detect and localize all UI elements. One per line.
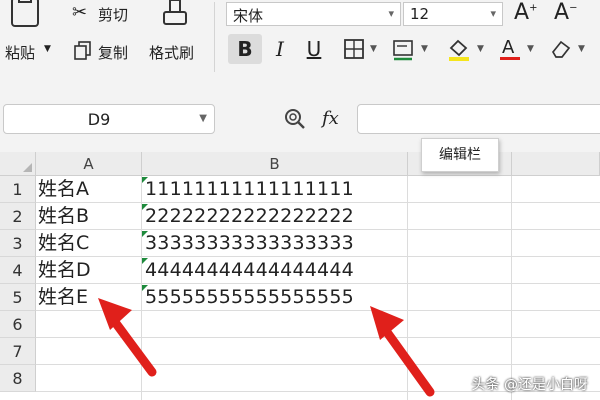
cell-b[interactable]: 55555555555555555 bbox=[145, 284, 354, 311]
chevron-down-icon[interactable]: ▼ bbox=[370, 44, 377, 54]
scissors-icon: ✂ bbox=[72, 2, 88, 23]
font-color-icon[interactable]: A bbox=[498, 34, 522, 66]
cell-a[interactable]: 姓名B bbox=[38, 203, 89, 230]
svg-text:A: A bbox=[502, 37, 515, 58]
font-name-value: 宋体 bbox=[233, 7, 264, 25]
zoom-lookup-icon[interactable] bbox=[283, 107, 307, 135]
shrink-font-button[interactable]: A− bbox=[554, 0, 577, 25]
chevron-down-icon[interactable]: ▼ bbox=[578, 44, 585, 54]
row-header[interactable]: 4 bbox=[0, 257, 36, 284]
font-size-select[interactable]: 12 ▾ bbox=[403, 2, 503, 26]
cut-button[interactable]: 剪切 bbox=[98, 4, 128, 25]
grow-font-label: A bbox=[514, 0, 530, 25]
row-header[interactable]: 5 bbox=[0, 284, 36, 311]
cell-b[interactable]: 11111111111111111 bbox=[145, 176, 354, 203]
cell-a[interactable]: 姓名D bbox=[38, 257, 91, 284]
font-name-select[interactable]: 宋体 ▾ bbox=[226, 2, 401, 26]
bold-button[interactable]: B bbox=[228, 34, 262, 64]
cell-b[interactable]: 44444444444444444 bbox=[145, 257, 354, 284]
group-divider bbox=[214, 2, 215, 72]
watermark: 头条 @还是小白呀 bbox=[471, 377, 588, 393]
chevron-down-icon[interactable]: ▼ bbox=[527, 44, 534, 54]
chevron-down-icon: ▾ bbox=[490, 7, 496, 20]
row-header[interactable]: 8 bbox=[0, 365, 36, 392]
cell-a[interactable]: 姓名E bbox=[38, 284, 88, 311]
italic-button[interactable]: I bbox=[266, 34, 294, 64]
column-header-b[interactable]: B bbox=[142, 152, 408, 176]
chevron-down-icon: ▾ bbox=[388, 7, 394, 20]
grow-font-button[interactable]: A+ bbox=[514, 0, 537, 25]
name-box-value: D9 bbox=[87, 110, 111, 129]
grid-line bbox=[36, 337, 600, 338]
insert-function-button[interactable]: fx bbox=[322, 108, 339, 129]
cell-a[interactable]: 姓名A bbox=[38, 176, 89, 203]
error-indicator-triangle[interactable] bbox=[142, 285, 148, 291]
spreadsheet-grid[interactable]: A B 1 姓名A 11111111111111111 2 姓名B 22222222222… bbox=[0, 152, 600, 400]
row-header[interactable]: 3 bbox=[0, 230, 36, 257]
fill-color-icon[interactable] bbox=[446, 36, 472, 66]
grid-line bbox=[407, 176, 408, 400]
borders-icon[interactable] bbox=[343, 38, 365, 64]
error-indicator-triangle[interactable] bbox=[142, 204, 148, 210]
column-header-a[interactable]: A bbox=[36, 152, 142, 176]
grid-line bbox=[36, 364, 600, 365]
row-header[interactable]: 7 bbox=[0, 338, 36, 365]
underline-button[interactable]: U bbox=[300, 34, 328, 64]
ribbon-toolbar: 粘贴 ▼ ✂ 剪切 复制 格式刷 宋体 ▾ 12 ▾ A+ A− B I U ▼… bbox=[0, 0, 600, 78]
cell-a[interactable]: 姓名C bbox=[38, 230, 89, 257]
error-indicator-triangle[interactable] bbox=[142, 231, 148, 237]
format-painter-icon bbox=[160, 0, 192, 34]
chevron-down-icon[interactable]: ▼ bbox=[421, 44, 428, 54]
cell-b[interactable]: 22222222222222222 bbox=[145, 203, 354, 230]
chevron-down-icon[interactable]: ▼ bbox=[44, 44, 51, 54]
select-all-corner[interactable] bbox=[0, 152, 36, 176]
row-header[interactable]: 6 bbox=[0, 311, 36, 338]
row-header[interactable]: 2 bbox=[0, 203, 36, 230]
format-painter-button[interactable]: 格式刷 bbox=[149, 42, 194, 63]
row-header[interactable]: 1 bbox=[0, 176, 36, 203]
clear-eraser-icon[interactable] bbox=[549, 38, 573, 64]
column-header-d[interactable] bbox=[512, 152, 600, 176]
formula-input[interactable] bbox=[357, 104, 600, 134]
paste-icon[interactable] bbox=[6, 0, 44, 34]
chevron-down-icon[interactable]: ▼ bbox=[199, 113, 207, 124]
tooltip: 编辑栏 bbox=[421, 138, 499, 172]
grid-line bbox=[511, 176, 512, 400]
copy-icon bbox=[73, 40, 93, 64]
font-size-value: 12 bbox=[410, 5, 430, 23]
cell-b[interactable]: 33333333333333333 bbox=[145, 230, 354, 257]
copy-button[interactable]: 复制 bbox=[98, 42, 128, 63]
fill-effects-icon[interactable] bbox=[392, 38, 416, 66]
paste-button[interactable]: 粘贴 bbox=[5, 42, 35, 63]
name-box[interactable]: D9 ▼ bbox=[3, 104, 215, 134]
chevron-down-icon[interactable]: ▼ bbox=[477, 44, 484, 54]
error-indicator-triangle[interactable] bbox=[142, 177, 148, 183]
error-indicator-triangle[interactable] bbox=[142, 258, 148, 264]
shrink-font-label: A bbox=[554, 0, 570, 25]
